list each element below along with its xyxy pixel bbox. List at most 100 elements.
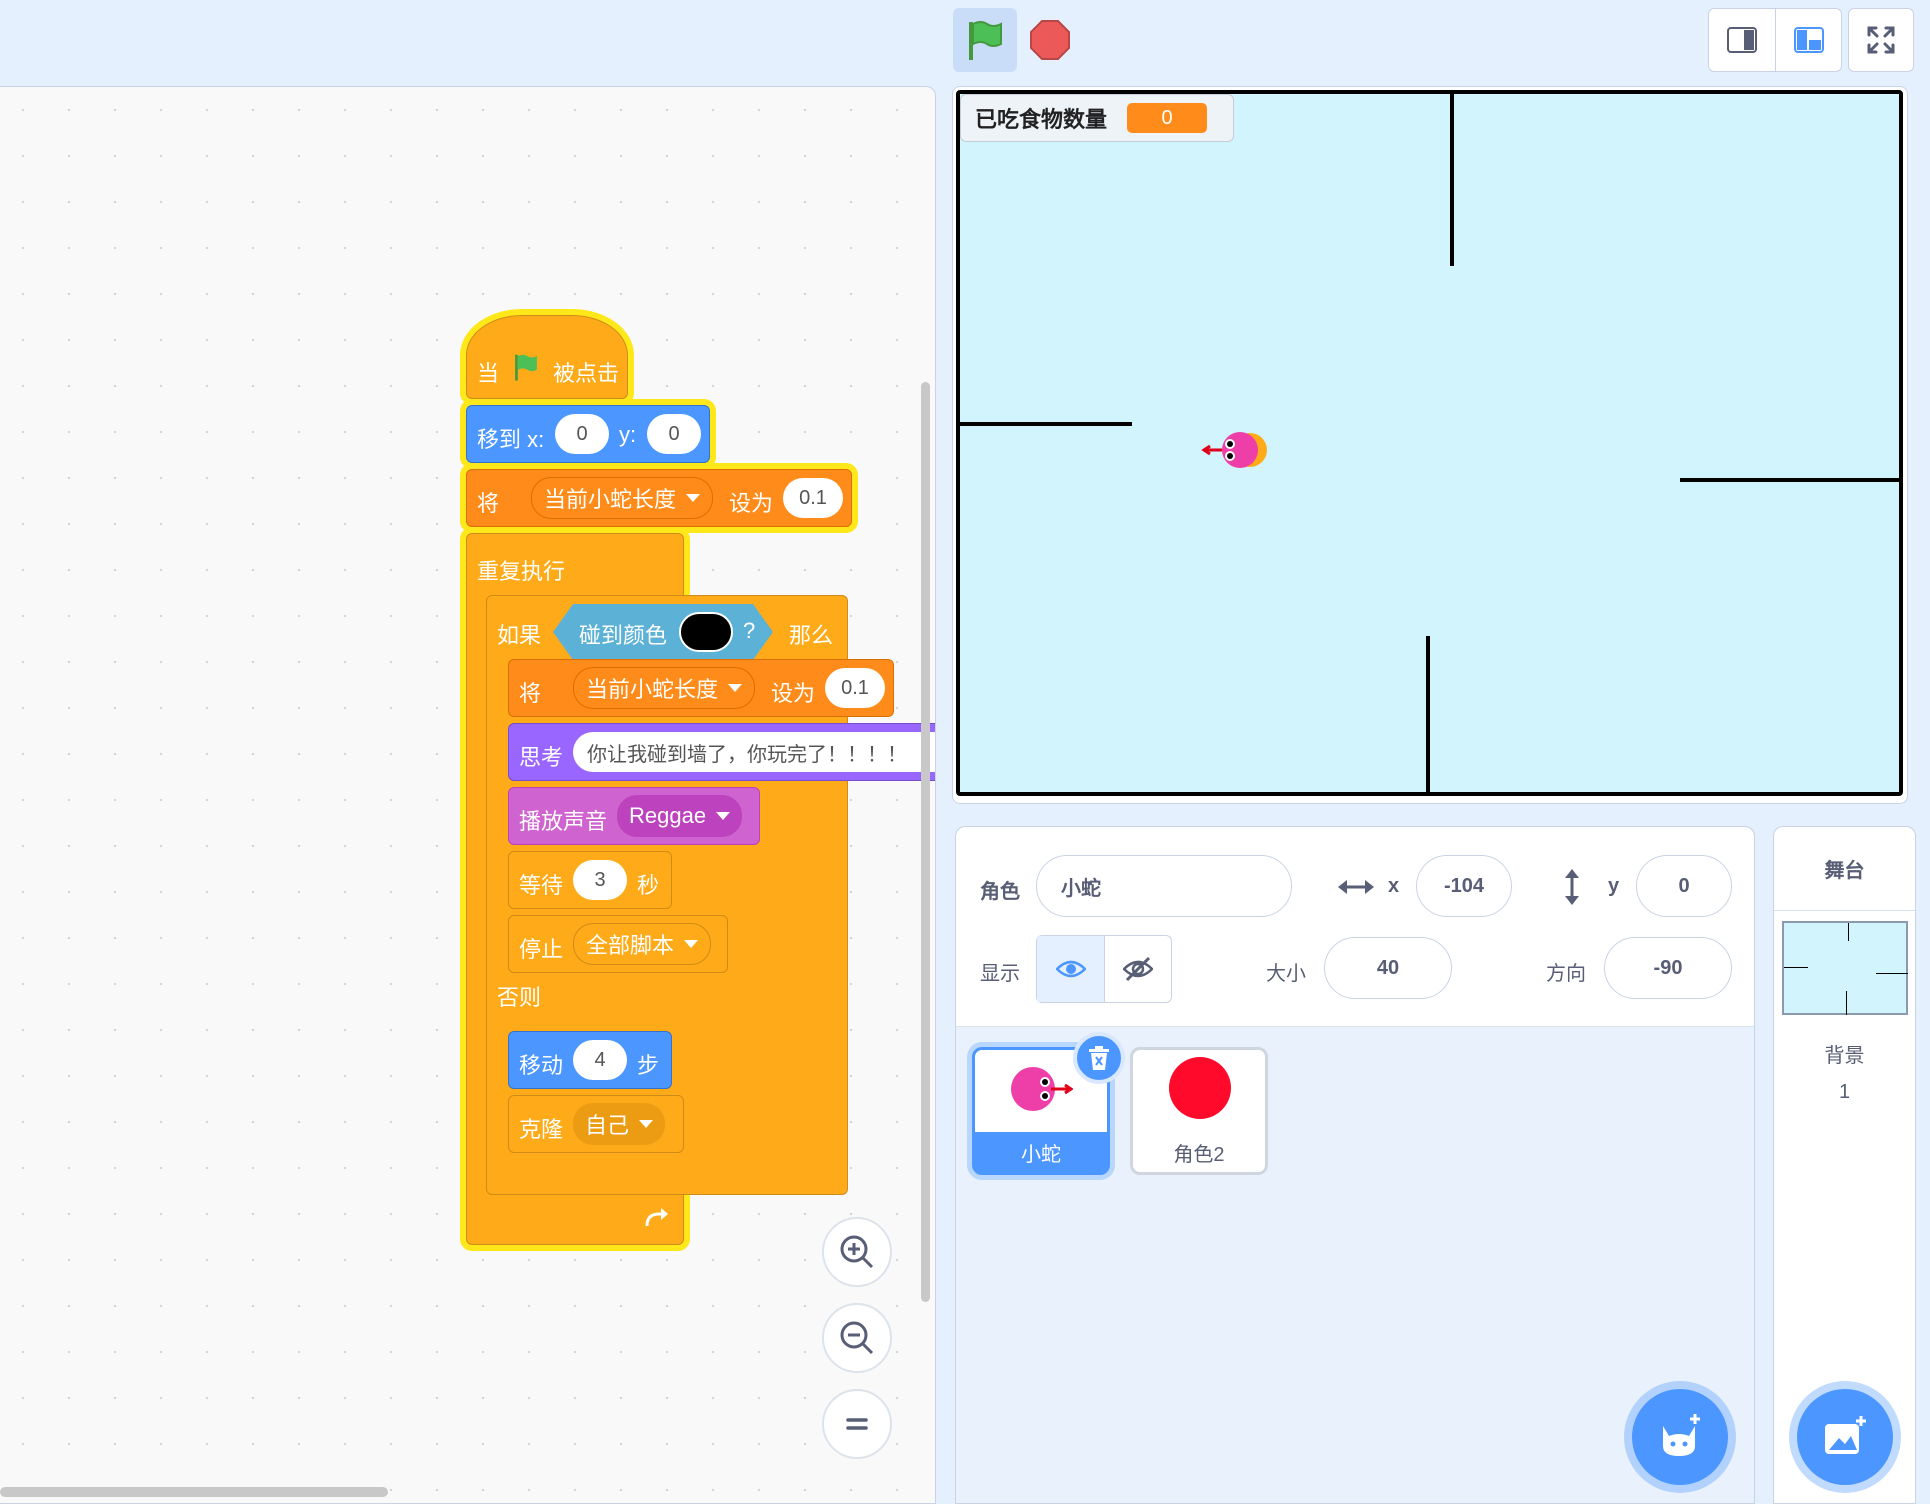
wait-unit-label: 秒 bbox=[637, 873, 660, 898]
move-steps-input[interactable]: 4 bbox=[573, 1040, 627, 1080]
eye-slash-icon bbox=[1123, 956, 1153, 982]
loop-arrow-icon bbox=[645, 1208, 668, 1227]
backdrop-label: 背景 bbox=[1824, 1045, 1865, 1067]
goto-xy-block[interactable]: 移到 x: 0 y: 0 bbox=[466, 405, 710, 463]
image-plus-icon bbox=[1825, 1416, 1866, 1454]
zoom-out-icon bbox=[840, 1321, 874, 1355]
small-stage-icon bbox=[1727, 27, 1757, 53]
show-label: 显示 bbox=[980, 963, 1020, 985]
zoom-in-button[interactable] bbox=[822, 1217, 892, 1287]
cat-plus-icon bbox=[1663, 1414, 1700, 1456]
stop-icon bbox=[1030, 20, 1070, 60]
wait-input[interactable]: 3 bbox=[573, 860, 627, 900]
stop-all-block[interactable]: 停止 全部脚本 bbox=[508, 915, 728, 973]
vertical-scrollbar[interactable] bbox=[921, 382, 930, 1302]
chevron-down-icon bbox=[684, 940, 699, 948]
green-flag-button[interactable] bbox=[953, 8, 1017, 72]
x-position-input[interactable]: -104 bbox=[1416, 855, 1512, 917]
chevron-down-icon bbox=[639, 1120, 654, 1128]
move-steps-block[interactable]: 移动 4 步 bbox=[508, 1031, 672, 1089]
chevron-down-icon bbox=[716, 812, 731, 820]
zoom-out-button[interactable] bbox=[822, 1303, 892, 1373]
trash-icon bbox=[1089, 1046, 1109, 1070]
sound-name: Reggae bbox=[629, 803, 707, 828]
move-unit-label: 步 bbox=[637, 1053, 660, 1078]
wait-block[interactable]: 等待 3 秒 bbox=[508, 851, 672, 909]
x-label: x bbox=[1388, 875, 1400, 897]
large-stage-button[interactable] bbox=[1775, 9, 1841, 71]
set-variable-block-2[interactable]: 将 当前小蛇长度 设为 0.1 bbox=[508, 659, 894, 717]
eye-icon bbox=[1055, 960, 1086, 978]
y-arrows-icon bbox=[1565, 869, 1579, 905]
variable-monitor[interactable]: 已吃食物数量 0 bbox=[960, 94, 1234, 142]
hat-when-label: 当 bbox=[477, 361, 500, 386]
touching-color-block[interactable]: 碰到颜色 ? bbox=[553, 604, 773, 660]
choose-backdrop-button[interactable] bbox=[1797, 1389, 1893, 1485]
play-sound-block[interactable]: 播放声音 Reggae bbox=[508, 787, 760, 845]
wait-label: 等待 bbox=[519, 873, 564, 898]
show-button[interactable] bbox=[1037, 936, 1104, 1002]
create-clone-block[interactable]: 克隆 自己 bbox=[508, 1095, 684, 1153]
set-to-label-2: 设为 bbox=[771, 681, 816, 706]
when-flag-clicked-block[interactable]: 当 被点击 bbox=[466, 315, 628, 399]
horizontal-scrollbar[interactable] bbox=[0, 1487, 388, 1497]
fullscreen-button[interactable] bbox=[1848, 8, 1914, 72]
fullscreen-icon bbox=[1867, 26, 1895, 54]
size-input[interactable]: 40 bbox=[1324, 937, 1452, 999]
zoom-reset-button[interactable] bbox=[822, 1389, 892, 1459]
set-value-input-2[interactable]: 0.1 bbox=[825, 668, 885, 708]
clone-target: 自己 bbox=[585, 1113, 630, 1138]
stage-selector[interactable]: 舞台 背景 1 bbox=[1773, 826, 1916, 1504]
think-label: 思考 bbox=[519, 745, 564, 770]
set-value-input[interactable]: 0.1 bbox=[783, 478, 843, 518]
color-swatch[interactable] bbox=[679, 612, 733, 652]
small-stage-button[interactable] bbox=[1709, 9, 1775, 71]
stop-button[interactable] bbox=[1028, 18, 1072, 62]
sound-dropdown[interactable]: Reggae bbox=[617, 795, 743, 837]
variable-dropdown-2[interactable]: 当前小蛇长度 bbox=[573, 667, 756, 709]
top-bar bbox=[0, 0, 1930, 86]
variable-name: 当前小蛇长度 bbox=[544, 487, 677, 512]
variable-dropdown[interactable]: 当前小蛇长度 bbox=[531, 477, 714, 519]
think-block[interactable]: 思考 你让我碰到墙了，你玩完了！！！！ bbox=[508, 723, 935, 781]
y-position-input[interactable]: 0 bbox=[1636, 855, 1732, 917]
flag-icon bbox=[969, 21, 1002, 60]
sprite-tile-snake[interactable]: 小蛇 bbox=[972, 1032, 1125, 1175]
goto-label: 移到 x: bbox=[477, 427, 545, 452]
sprite-tile-name: 角色2 bbox=[1173, 1143, 1225, 1166]
code-workspace[interactable]: 当 被点击 移到 x: 0 y: 0 将 当前小蛇长度 设为 0.1 重复执行 … bbox=[0, 86, 936, 1504]
x-arrows-icon bbox=[1338, 880, 1374, 894]
think-text-input[interactable]: 你让我碰到墙了，你玩完了！！！！ bbox=[573, 732, 935, 772]
stage-size-toggle bbox=[1708, 8, 1842, 72]
else-label: 否则 bbox=[497, 985, 542, 1010]
sprite-pane: 角色 小蛇 x -104 y 0 显示 大小 40 方向 -90 小蛇 角色2 bbox=[955, 826, 1755, 1504]
hide-button[interactable] bbox=[1104, 936, 1171, 1002]
set-label: 将 bbox=[477, 491, 500, 516]
choose-sprite-button[interactable] bbox=[1632, 1389, 1728, 1485]
chevron-down-icon bbox=[728, 684, 743, 692]
size-label: 大小 bbox=[1266, 963, 1306, 985]
y-label: y bbox=[1608, 875, 1620, 897]
sprite-tile-2[interactable]: 角色2 bbox=[1130, 1047, 1268, 1175]
sprite-name-input[interactable]: 小蛇 bbox=[1036, 855, 1292, 917]
stage-thumbnail[interactable] bbox=[1782, 921, 1908, 1015]
goto-y-input[interactable]: 0 bbox=[647, 414, 701, 454]
snake-sprite[interactable] bbox=[1200, 428, 1270, 472]
stop-option-dropdown[interactable]: 全部脚本 bbox=[573, 923, 712, 965]
stage[interactable]: 已吃食物数量 0 bbox=[956, 90, 1903, 796]
monitor-value: 0 bbox=[1127, 103, 1208, 133]
flag-icon bbox=[515, 354, 537, 381]
clone-target-dropdown[interactable]: 自己 bbox=[573, 1103, 666, 1145]
set-label-2: 将 bbox=[519, 681, 542, 706]
goto-x-input[interactable]: 0 bbox=[555, 414, 609, 454]
question-mark: ? bbox=[743, 618, 756, 643]
play-sound-label: 播放声音 bbox=[519, 809, 608, 834]
large-stage-icon bbox=[1793, 27, 1824, 53]
stop-option: 全部脚本 bbox=[586, 933, 675, 958]
wall bbox=[1680, 478, 1899, 482]
touching-color-label: 碰到颜色 bbox=[579, 623, 668, 648]
equals-icon bbox=[846, 1418, 868, 1430]
direction-input[interactable]: -90 bbox=[1604, 937, 1732, 999]
set-variable-block[interactable]: 将 当前小蛇长度 设为 0.1 bbox=[466, 469, 852, 527]
delete-sprite-button[interactable] bbox=[1073, 1032, 1125, 1084]
